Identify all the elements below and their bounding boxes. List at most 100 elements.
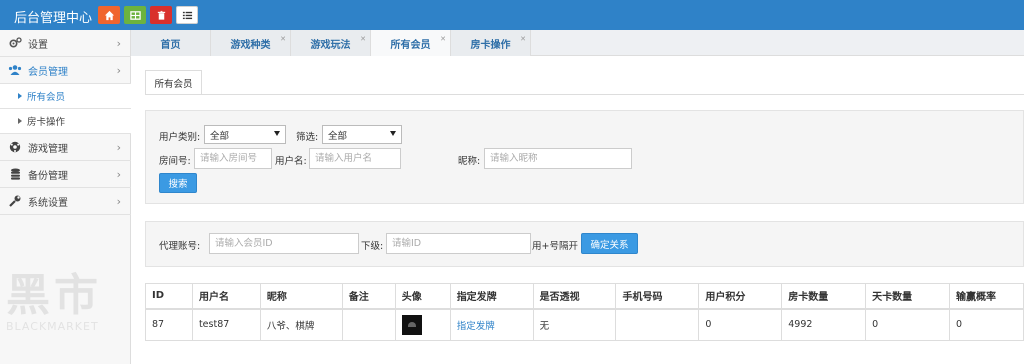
wrench-icon [8, 194, 22, 208]
divider [145, 94, 1024, 95]
cell-points: 0 [698, 308, 783, 341]
search-button[interactable]: 搜索 [159, 173, 197, 193]
user-type-value: 全部 [210, 130, 230, 142]
subtab-all-members[interactable]: 所有会员 [145, 70, 202, 95]
cell-deal: 指定发牌 [449, 308, 534, 341]
sidebar-item-system[interactable]: 系统设置 › [0, 188, 131, 215]
avatar[interactable] [401, 314, 422, 335]
watermark-text: 黑市 [6, 270, 102, 321]
home-icon [104, 10, 114, 20]
watermark-subtext: BLACKMARKET [6, 320, 99, 333]
tab-label: 游戏玩法 [310, 39, 351, 51]
tab-all-members[interactable]: 所有会员 ✕ [371, 30, 451, 56]
grid-icon [129, 10, 141, 20]
tab-bar: 首页 游戏种类 ✕ 游戏玩法 ✕ 所有会员 ✕ 房卡操作 ✕ [131, 30, 1024, 56]
trash-icon [157, 10, 165, 20]
username-input[interactable] [309, 148, 401, 169]
separator-note: 用+号隔开 [532, 241, 578, 252]
tab-label: 首页 [160, 39, 181, 51]
cell-username: test87 [191, 308, 261, 341]
sub-label: 下级: [361, 241, 384, 252]
col-header[interactable]: 房卡数量 [781, 283, 867, 310]
chevron-right-icon: › [116, 64, 121, 77]
sidebar-item-backup[interactable]: 备份管理 › [0, 161, 131, 188]
app-title: 后台管理中心 [14, 11, 93, 26]
tab-label: 所有会员 [390, 39, 431, 51]
filter-value: 全部 [328, 130, 348, 142]
user-type-select[interactable]: 全部 [204, 125, 286, 144]
col-header[interactable]: 头像 [394, 283, 451, 310]
tab-game-types[interactable]: 游戏种类 ✕ [211, 30, 291, 56]
close-icon[interactable]: ✕ [520, 35, 526, 43]
sidebar-item-label: 游戏管理 [28, 143, 68, 155]
sidebar-item-members[interactable]: 会员管理 › [0, 57, 131, 84]
tab-card-ops[interactable]: 房卡操作 ✕ [451, 30, 531, 56]
col-header[interactable]: 用户积分 [698, 283, 783, 310]
caret-right-icon [18, 118, 22, 124]
agent-panel: 代理账号: 下级: 用+号隔开 确定关系 [145, 221, 1024, 267]
chevron-right-icon: › [116, 37, 121, 50]
users-icon [8, 63, 22, 77]
trash-button[interactable] [150, 6, 172, 24]
nickname-label: 昵称: [458, 156, 481, 167]
cell-note [341, 308, 396, 341]
cell-cards: 4992 [781, 308, 867, 341]
tab-label: 游戏种类 [230, 39, 271, 51]
sub-input[interactable] [386, 233, 531, 254]
members-table: ID 用户名 昵称 备注 头像 指定发牌 是否透视 手机号码 用户积分 房卡数量… [145, 283, 1024, 341]
cell-nickname: 八爷、棋牌 [259, 308, 343, 341]
filter-label: 筛选: [296, 132, 319, 143]
dropdown-arrow-icon [274, 131, 280, 136]
watermark: 黑市 BLACKMARKET [6, 270, 102, 334]
cell-phone [615, 308, 700, 341]
home-button[interactable] [98, 6, 120, 24]
sidebar-subitem-label: 所有会员 [27, 92, 66, 103]
col-header[interactable]: 手机号码 [615, 283, 700, 310]
room-label: 房间号: [159, 156, 191, 167]
sidebar-item-label: 会员管理 [28, 66, 68, 78]
tab-gameplay[interactable]: 游戏玩法 ✕ [291, 30, 371, 56]
dropdown-arrow-icon [390, 131, 396, 136]
top-bar: 后台管理中心 [0, 0, 1024, 30]
col-header[interactable]: 昵称 [259, 283, 343, 310]
tab-home[interactable]: 首页 [131, 30, 211, 56]
table-header-row: ID 用户名 昵称 备注 头像 指定发牌 是否透视 手机号码 用户积分 房卡数量… [145, 283, 1024, 310]
cell-win-rate: 0 [949, 308, 1024, 341]
col-header[interactable]: 指定发牌 [449, 283, 534, 310]
agent-account-input[interactable] [209, 233, 359, 254]
sidebar-item-game-mgmt[interactable]: 游戏管理 › [0, 134, 131, 161]
sidebar-subitem-label: 房卡操作 [27, 117, 66, 128]
col-header[interactable]: 是否透视 [532, 283, 617, 310]
nickname-input[interactable] [484, 148, 632, 169]
agent-account-label: 代理账号: [159, 241, 201, 252]
room-input[interactable] [194, 148, 272, 169]
assign-deal-link[interactable]: 指定发牌 [457, 321, 495, 332]
sidebar-subitem-all-members[interactable]: 所有会员 [0, 84, 131, 109]
close-icon[interactable]: ✕ [440, 35, 446, 43]
col-header[interactable]: ID [145, 283, 193, 310]
username-label: 用户名: [275, 156, 307, 167]
sidebar-item-label: 设置 [28, 39, 48, 51]
chevron-right-icon: › [116, 168, 121, 181]
close-icon[interactable]: ✕ [280, 35, 286, 43]
cell-avatar [394, 308, 451, 341]
chevron-right-icon: › [116, 195, 121, 208]
col-header[interactable]: 用户名 [191, 283, 261, 310]
bind-relation-button[interactable]: 确定关系 [581, 233, 638, 254]
sidebar-item-settings[interactable]: 设置 › [0, 30, 131, 57]
chevron-right-icon: › [116, 141, 121, 154]
col-header[interactable]: 输赢概率 [949, 283, 1024, 310]
cell-id: 87 [145, 308, 193, 341]
col-header[interactable]: 备注 [341, 283, 396, 310]
sidebar-item-label: 系统设置 [28, 197, 68, 209]
tab-label: 房卡操作 [470, 39, 511, 51]
gears-icon [8, 36, 22, 50]
col-header[interactable]: 天卡数量 [865, 283, 951, 310]
table-row: 87 test87 八爷、棋牌 指定发牌 无 0 4992 0 0 [145, 308, 1024, 341]
close-icon[interactable]: ✕ [360, 35, 366, 43]
cell-day-cards: 0 [865, 308, 951, 341]
sidebar-subitem-card-ops[interactable]: 房卡操作 [0, 109, 131, 134]
list-button[interactable] [176, 6, 198, 24]
grid-button[interactable] [124, 6, 146, 24]
filter-select[interactable]: 全部 [322, 125, 402, 144]
